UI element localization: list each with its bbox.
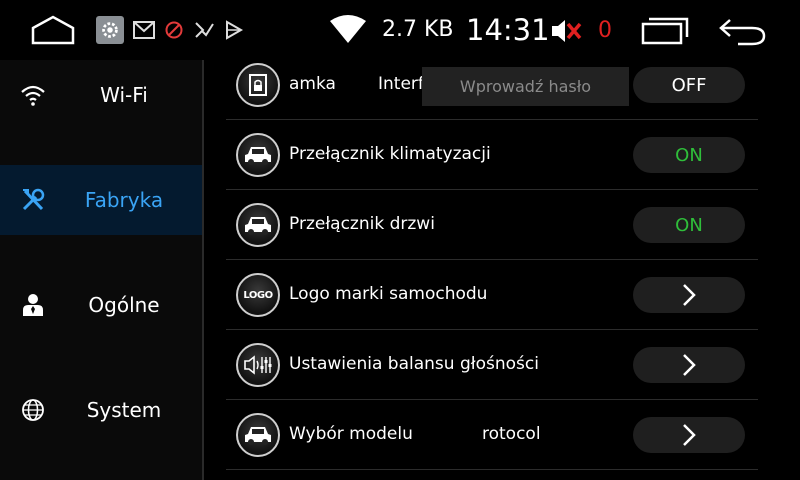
list-item-balans[interactable]: Ustawienia balansu głośności <box>226 330 758 400</box>
sidebar-item-wifi[interactable]: Wi-Fi <box>0 60 204 130</box>
recents-icon[interactable] <box>640 14 690 48</box>
volume-count: 0 <box>598 18 612 43</box>
logo-icon-text: LOGO <box>243 289 273 301</box>
globe-icon <box>18 396 48 424</box>
clock: 14:31 <box>466 13 550 47</box>
sidebar-item-system[interactable]: System <box>0 375 204 445</box>
sidebar-item-label: Wi-Fi <box>100 83 148 107</box>
sidebar-item-ogolne[interactable]: Ogólne <box>0 270 204 340</box>
car-icon <box>236 413 280 457</box>
speaker-eq-icon <box>236 343 280 387</box>
car-icon <box>236 203 280 247</box>
list-item-model[interactable]: Wybór modelu rotocol <box>226 400 758 470</box>
sidebar-item-fabryka[interactable]: Fabryka <box>0 165 204 235</box>
net-speed: 2.7 KB <box>382 17 454 42</box>
logo-icon: LOGO <box>236 273 280 317</box>
play-icon <box>220 16 248 44</box>
volume-muted-icon[interactable] <box>550 14 584 48</box>
mail-icon <box>130 16 158 44</box>
row-label: Wybór modelu <box>289 424 413 444</box>
status-bar: 2.7 KB 14:31 0 <box>0 0 800 60</box>
tools-icon <box>18 186 48 214</box>
person-icon <box>18 291 48 319</box>
row-label: amka <box>289 74 336 94</box>
list-item-klimatyzacja[interactable]: Przełącznik klimatyzacji ON <box>226 120 758 190</box>
row-label: Przełącznik drzwi <box>289 214 435 234</box>
block-icon <box>160 16 188 44</box>
sidebar-item-label: System <box>86 398 162 422</box>
list-item-drzwi[interactable]: Przełącznik drzwi ON <box>226 190 758 260</box>
row-label: Przełącznik klimatyzacji <box>289 144 491 164</box>
wifi-icon <box>328 14 368 46</box>
toggle-on-button[interactable]: ON <box>633 207 745 243</box>
password-prompt[interactable]: Wprowadź hasło <box>422 67 629 106</box>
chevron-right-button[interactable] <box>633 417 745 453</box>
sidebar-item-label: Fabryka <box>84 188 164 212</box>
sidebar-divider <box>202 60 204 480</box>
settings-list: amka Interf OFF Przełącznik klimatyzacji… <box>226 60 758 480</box>
row-label: Logo marki samochodu <box>289 284 488 304</box>
chevron-right-button[interactable] <box>633 347 745 383</box>
list-item-logo[interactable]: LOGO Logo marki samochodu <box>226 260 758 330</box>
home-icon[interactable] <box>30 14 76 46</box>
check-icon <box>190 16 218 44</box>
car-door-lock-icon <box>236 63 280 107</box>
chevron-right-button[interactable] <box>633 277 745 313</box>
toggle-off-button[interactable]: OFF <box>633 67 745 103</box>
back-icon[interactable] <box>718 14 768 48</box>
settings-icon <box>96 16 124 44</box>
sidebar: Wi-Fi Fabryka Ogólne System <box>0 60 204 480</box>
row-label: Ustawienia balansu głośności <box>289 354 539 374</box>
row-extra-label: rotocol <box>482 424 541 444</box>
car-icon <box>236 133 280 177</box>
row-extra-label: Interf <box>378 74 424 94</box>
sidebar-item-label: Ogólne <box>88 293 160 317</box>
wifi-icon <box>18 81 48 109</box>
toggle-on-button[interactable]: ON <box>633 137 745 173</box>
